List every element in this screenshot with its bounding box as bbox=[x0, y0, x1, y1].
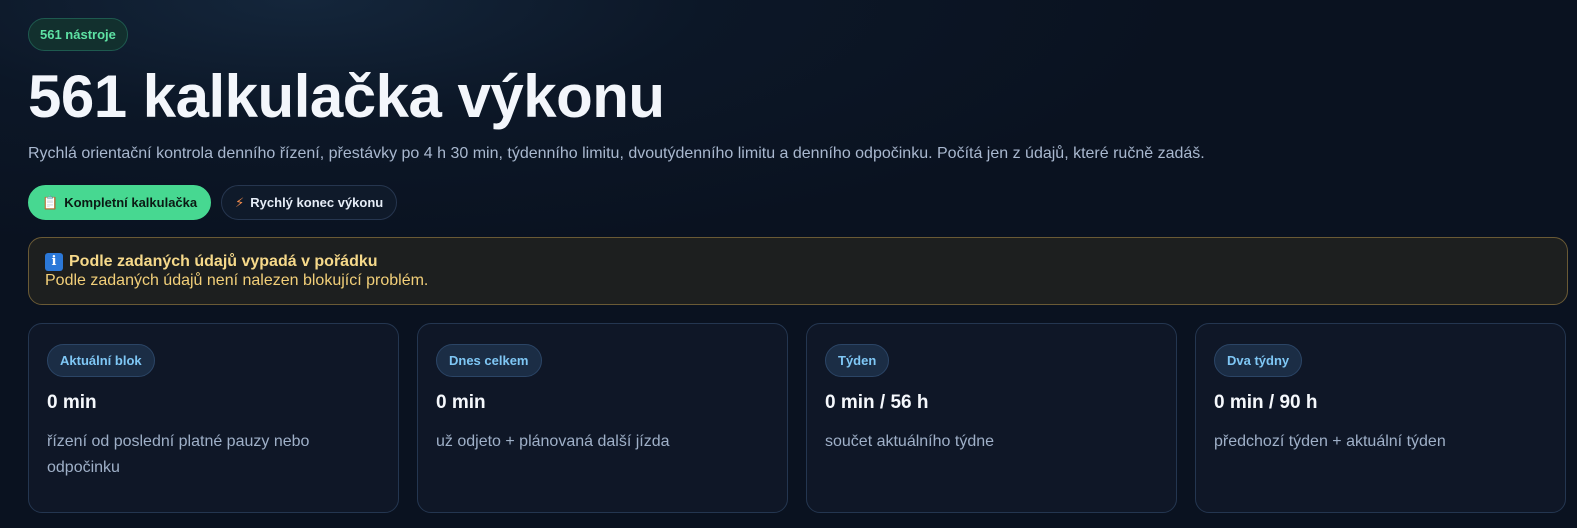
info-icon: i bbox=[45, 252, 63, 271]
tab-complete-calculator[interactable]: 📋 Kompletní kalkulačka bbox=[28, 185, 212, 220]
card-two-weeks: Dva týdny 0 min / 90 h předchozí týden +… bbox=[1195, 323, 1566, 513]
tools-count-badge: 561 nástroje bbox=[28, 18, 128, 51]
card-description: už odjeto + plánovaná další jízda bbox=[436, 433, 670, 450]
card-tag: Týden bbox=[825, 344, 890, 377]
tab-label: Rychlý konec výkonu bbox=[250, 195, 384, 210]
card-tag: Dnes celkem bbox=[436, 344, 542, 377]
mode-tabs: 📋 Kompletní kalkulačka ⚡ Rychlý konec vý… bbox=[28, 185, 1568, 220]
summary-cards: Aktuální blok 0 min řízení od poslední p… bbox=[28, 323, 1568, 513]
alert-text: Podle zadaných údajů není nalezen blokuj… bbox=[45, 272, 429, 289]
card-current-block: Aktuální blok 0 min řízení od poslední p… bbox=[28, 323, 399, 513]
tab-quick-end[interactable]: ⚡ Rychlý konec výkonu bbox=[221, 185, 398, 220]
page-subtitle: Rychlá orientační kontrola denního řízen… bbox=[28, 145, 1205, 162]
alert-title: Podle zadaných údajů vypadá v pořádku bbox=[69, 253, 378, 270]
lightning-icon: ⚡ bbox=[235, 194, 245, 210]
card-value: 0 min / 90 h bbox=[1214, 392, 1318, 413]
page-wrapper: 561 nástroje 561 kalkulačka výkonu Rychl… bbox=[28, 18, 1568, 513]
card-value: 0 min bbox=[436, 392, 486, 413]
tab-label: Kompletní kalkulačka bbox=[64, 195, 198, 210]
card-description: řízení od poslední platné pauzy nebo odp… bbox=[47, 433, 310, 476]
card-description: součet aktuálního týdne bbox=[825, 433, 995, 450]
card-tag: Dva týdny bbox=[1214, 344, 1303, 377]
clipboard-icon: 📋 bbox=[42, 194, 59, 210]
card-value: 0 min / 56 h bbox=[825, 392, 929, 413]
card-description: předchozí týden + aktuální týden bbox=[1214, 433, 1446, 450]
card-week: Týden 0 min / 56 h součet aktuálního týd… bbox=[806, 323, 1177, 513]
card-value: 0 min bbox=[47, 392, 97, 413]
status-alert: i Podle zadaných údajů vypadá v pořádku … bbox=[28, 237, 1568, 305]
card-tag: Aktuální blok bbox=[47, 344, 155, 377]
page-title: 561 kalkulačka výkonu bbox=[28, 63, 665, 130]
alert-title-row: i Podle zadaných údajů vypadá v pořádku bbox=[45, 252, 1551, 271]
card-today-total: Dnes celkem 0 min už odjeto + plánovaná … bbox=[417, 323, 788, 513]
